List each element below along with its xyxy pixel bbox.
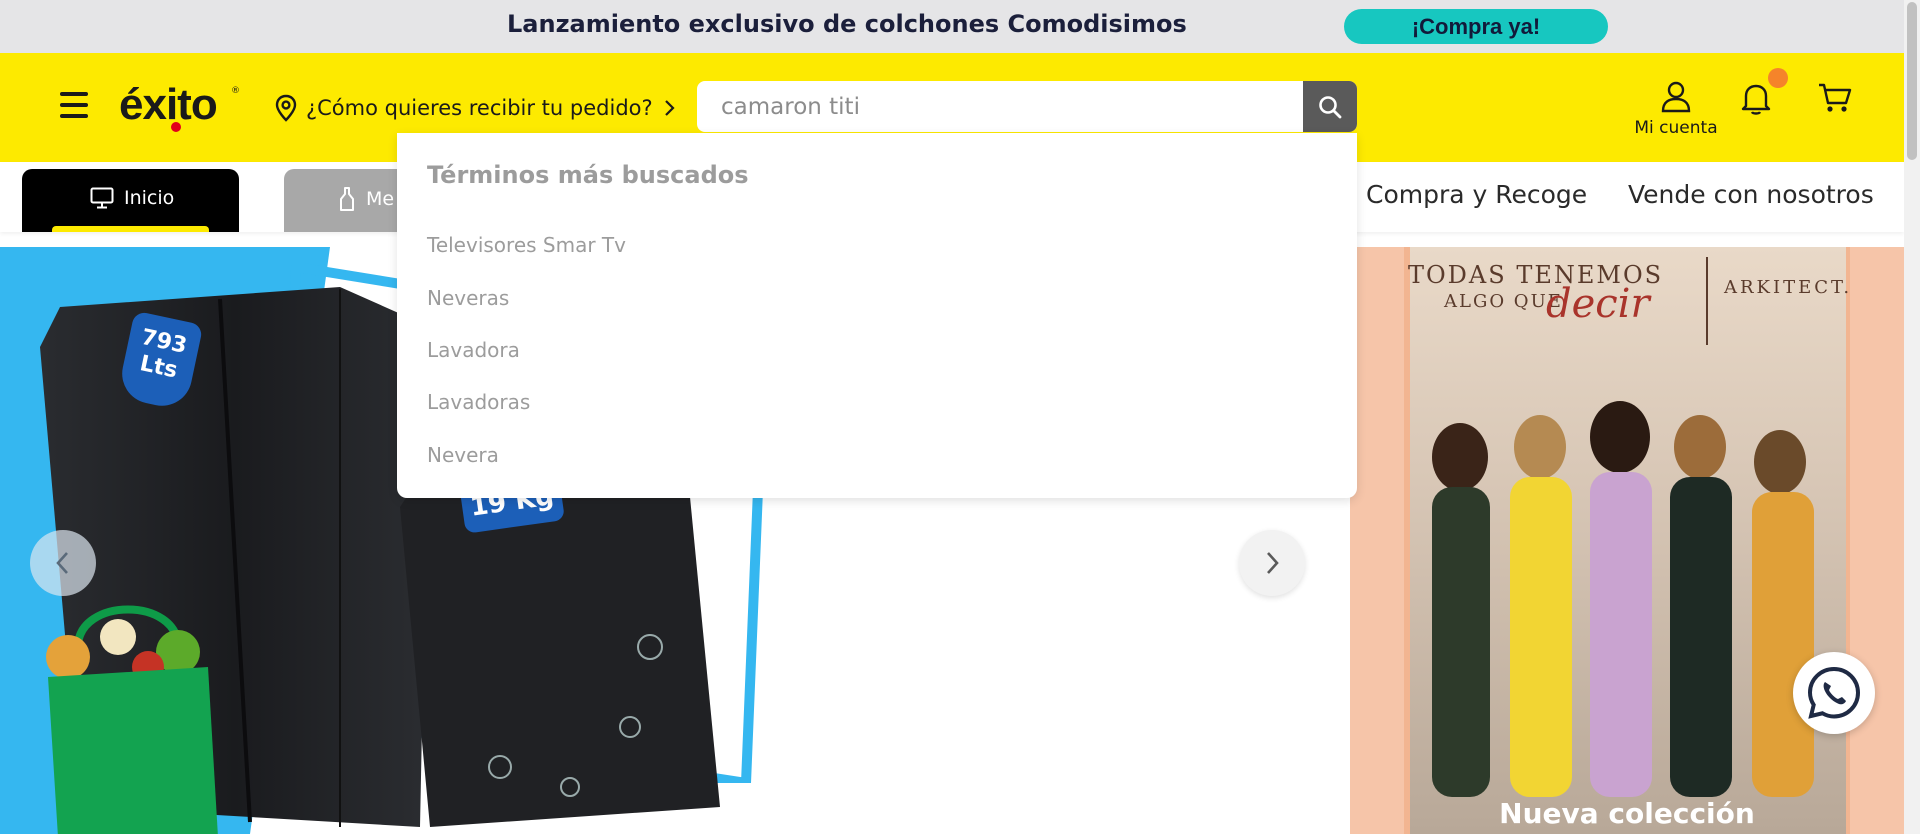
page-scrollbar-thumb[interactable] bbox=[1907, 2, 1917, 160]
models-image bbox=[1432, 401, 1814, 797]
search-button[interactable] bbox=[1303, 81, 1357, 132]
notification-dot bbox=[1768, 68, 1788, 88]
menu-icon[interactable] bbox=[60, 92, 88, 118]
search-input[interactable] bbox=[721, 81, 1281, 132]
page: Lanzamiento exclusivo de colchones Comod… bbox=[0, 0, 1920, 834]
suggestion-item[interactable]: Neveras bbox=[427, 286, 509, 310]
account-button[interactable]: Mi cuenta bbox=[1628, 80, 1724, 142]
ad-divider bbox=[1706, 257, 1708, 345]
chevron-left-icon bbox=[56, 552, 68, 574]
monitor-icon bbox=[90, 187, 114, 209]
nav-link-vende[interactable]: Vende con nosotros bbox=[1628, 180, 1874, 209]
chevron-right-icon bbox=[664, 100, 675, 116]
tab-inicio[interactable]: Inicio bbox=[22, 169, 239, 232]
nav-link-compra-recoge[interactable]: Compra y Recoge bbox=[1366, 180, 1587, 209]
suggestion-item[interactable]: Nevera bbox=[427, 443, 499, 467]
logo-dot bbox=[171, 122, 181, 132]
tab-inicio-label: Inicio bbox=[124, 187, 175, 209]
suggestion-item[interactable]: Televisores Smar Tv bbox=[427, 233, 626, 257]
ad-cta: Nueva colección bbox=[1499, 797, 1755, 830]
location-pin-icon bbox=[275, 94, 297, 122]
search-bar bbox=[697, 81, 1357, 132]
grocery-bag-image bbox=[46, 605, 218, 834]
dropdown-title: Términos más buscados bbox=[427, 161, 749, 189]
side-ad-banner[interactable]: TODAS TENEMOS ALGO QUE decir ARKITECT. N… bbox=[1350, 247, 1904, 834]
delivery-selector[interactable]: ¿Cómo quieres recibir tu pedido? bbox=[274, 92, 677, 124]
logo[interactable]: éxito ® bbox=[119, 80, 244, 132]
promo-cta-button[interactable]: ¡Compra ya! bbox=[1344, 9, 1608, 44]
search-icon bbox=[1319, 95, 1342, 118]
carousel-prev-button[interactable] bbox=[30, 530, 96, 596]
user-icon bbox=[1661, 81, 1691, 113]
suggestion-item[interactable]: Lavadora bbox=[427, 338, 520, 362]
search-suggestions-dropdown: Términos más buscados Televisores Smar T… bbox=[397, 133, 1357, 498]
ad-brand: ARKITECT. bbox=[1724, 277, 1853, 298]
carousel-next-button[interactable] bbox=[1239, 530, 1305, 596]
delivery-prompt: ¿Cómo quieres recibir tu pedido? bbox=[306, 96, 653, 120]
account-label: Mi cuenta bbox=[1634, 118, 1718, 138]
whatsapp-button[interactable] bbox=[1793, 652, 1875, 734]
tab-second-label: Me bbox=[366, 188, 395, 210]
whatsapp-icon bbox=[1807, 666, 1861, 719]
suggestion-item[interactable]: Lavadoras bbox=[427, 390, 530, 414]
ad-headline-script: decir bbox=[1546, 281, 1650, 327]
bottle-icon bbox=[340, 187, 354, 211]
active-tab-indicator bbox=[52, 226, 209, 232]
cart-icon[interactable] bbox=[1818, 82, 1852, 114]
promo-text: Lanzamiento exclusivo de colchones Comod… bbox=[507, 10, 1187, 38]
logo-text: éxito bbox=[119, 80, 218, 129]
promo-bar: Lanzamiento exclusivo de colchones Comod… bbox=[0, 0, 1904, 53]
bell-icon[interactable] bbox=[1738, 80, 1774, 116]
chevron-right-icon bbox=[1267, 552, 1279, 574]
washer-image bbox=[400, 477, 720, 827]
logo-registered-mark: ® bbox=[231, 86, 240, 96]
